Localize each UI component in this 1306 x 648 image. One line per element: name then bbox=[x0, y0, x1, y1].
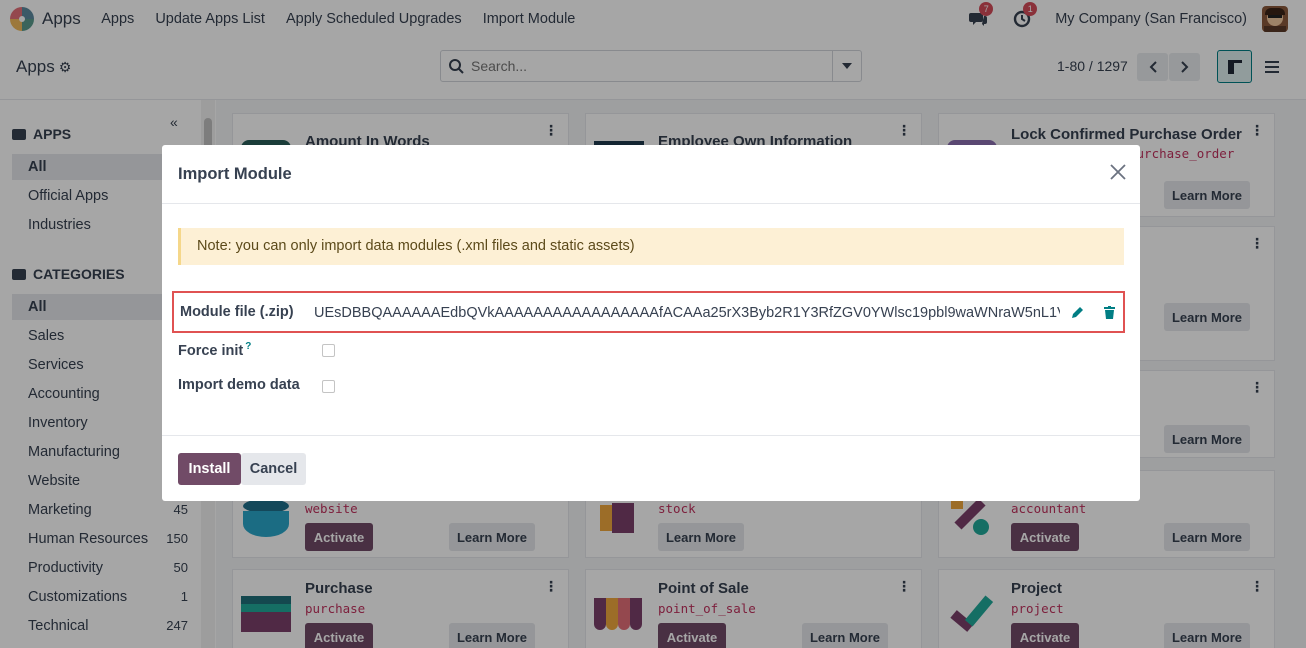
module-file-row: Module file (.zip) UEsDBBQAAAAAAEdbQVkAA… bbox=[172, 291, 1125, 333]
delete-file-button[interactable] bbox=[1104, 306, 1115, 322]
cancel-button[interactable]: Cancel bbox=[241, 453, 306, 485]
modal-footer: Install Cancel bbox=[162, 435, 1140, 501]
trash-icon bbox=[1104, 306, 1115, 319]
import-module-dialog: Import Module Note: you can only import … bbox=[162, 145, 1140, 501]
modal-header: Import Module bbox=[162, 145, 1140, 204]
force-init-checkbox[interactable] bbox=[322, 344, 335, 357]
import-demo-checkbox[interactable] bbox=[322, 380, 335, 393]
note-alert: Note: you can only import data modules (… bbox=[178, 228, 1124, 265]
module-file-label: Module file (.zip) bbox=[180, 304, 294, 320]
force-init-row: Force init? bbox=[172, 337, 1125, 363]
close-icon[interactable] bbox=[1110, 162, 1126, 184]
install-button[interactable]: Install bbox=[178, 453, 241, 485]
modal-title: Import Module bbox=[178, 165, 292, 183]
import-demo-label: Import demo data bbox=[178, 377, 300, 393]
force-init-text: Force init bbox=[178, 342, 244, 359]
import-demo-row: Import demo data bbox=[172, 373, 1125, 399]
force-init-label: Force init? bbox=[178, 341, 251, 359]
help-tooltip-icon[interactable]: ? bbox=[245, 341, 251, 352]
edit-file-button[interactable] bbox=[1071, 306, 1084, 322]
module-file-value: UEsDBBQAAAAAAEdbQVkAAAAAAAAAAAAAAAAAfACA… bbox=[314, 305, 1060, 321]
pencil-icon bbox=[1072, 307, 1083, 318]
